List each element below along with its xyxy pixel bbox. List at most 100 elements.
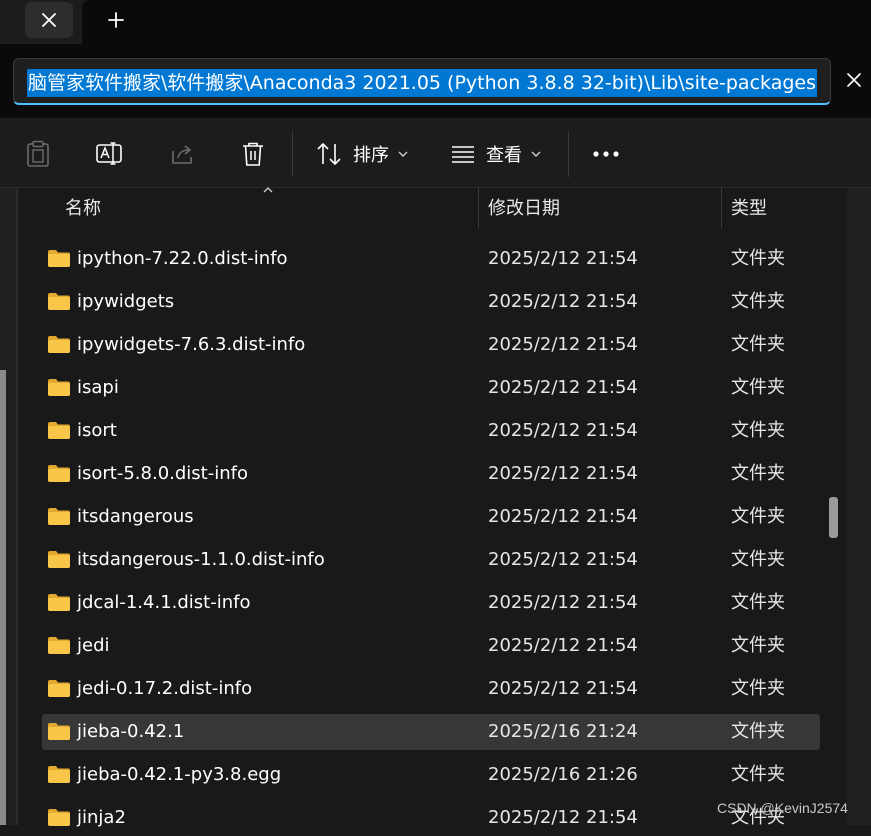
file-row[interactable]: jedi-0.17.2.dist-info 2025/2/12 21:54 文件夹 (42, 671, 820, 707)
close-tab-button[interactable] (25, 2, 73, 38)
column-resize-handle[interactable] (721, 188, 722, 228)
file-name: jdcal-1.4.1.dist-info (77, 592, 251, 613)
file-type: 文件夹 (731, 291, 785, 312)
folder-icon (48, 723, 70, 740)
folder-icon (48, 637, 70, 654)
file-modified-date: 2025/2/12 21:54 (488, 334, 638, 355)
file-row[interactable]: itsdangerous 2025/2/12 21:54 文件夹 (42, 499, 820, 535)
file-row[interactable]: jedi 2025/2/12 21:54 文件夹 (42, 628, 820, 664)
rename-icon (96, 142, 122, 165)
file-name: jieba-0.42.1 (77, 721, 185, 742)
file-row[interactable]: jdcal-1.4.1.dist-info 2025/2/12 21:54 文件夹 (42, 585, 820, 621)
file-name: isapi (77, 377, 119, 398)
delete-button[interactable] (235, 136, 271, 172)
active-tab[interactable] (82, 0, 871, 44)
clear-address-button[interactable] (838, 64, 870, 96)
file-modified-date: 2025/2/12 21:54 (488, 807, 638, 828)
file-type: 文件夹 (731, 463, 785, 484)
file-modified-date: 2025/2/12 21:54 (488, 506, 638, 527)
right-pane-edge (847, 188, 871, 825)
column-resize-handle[interactable] (478, 188, 479, 228)
file-row[interactable]: jinja2 2025/2/12 21:54 文件夹 (42, 800, 820, 836)
file-name: jedi-0.17.2.dist-info (77, 678, 253, 699)
file-name: itsdangerous-1.1.0.dist-info (77, 549, 325, 570)
command-bar (0, 118, 871, 188)
new-tab-button[interactable] (100, 4, 132, 36)
file-modified-date: 2025/2/12 21:54 (488, 463, 638, 484)
folder-icon (48, 508, 70, 525)
file-type: 文件夹 (731, 334, 785, 355)
file-type: 文件夹 (731, 635, 785, 656)
file-modified-date: 2025/2/12 21:54 (488, 678, 638, 699)
file-type: 文件夹 (731, 549, 785, 570)
file-name: isort (77, 420, 117, 441)
paste-button[interactable] (20, 136, 56, 172)
folder-icon (48, 465, 70, 482)
file-modified-date: 2025/2/12 21:54 (488, 549, 638, 570)
file-row[interactable]: ipywidgets-7.6.3.dist-info 2025/2/12 21:5… (42, 327, 820, 363)
file-type: 文件夹 (731, 506, 785, 527)
column-header-type[interactable]: 类型 (731, 196, 767, 222)
folder-icon (48, 293, 70, 310)
clipboard-icon (27, 140, 49, 167)
watermark-text: CSDN @KevinJ2574 (717, 800, 848, 816)
command-separator (568, 131, 569, 177)
sort-button[interactable]: 排序 (315, 136, 409, 172)
pane-divider[interactable] (16, 188, 18, 825)
address-path-text[interactable]: 脑管家软件搬家\软件搬家\Anaconda3 2021.05 (Python 3… (27, 69, 817, 97)
file-modified-date: 2025/2/12 21:54 (488, 420, 638, 441)
view-button[interactable]: 查看 (450, 136, 542, 172)
file-row[interactable]: ipywidgets 2025/2/12 21:54 文件夹 (42, 284, 820, 320)
column-header-date[interactable]: 修改日期 (488, 196, 560, 222)
trash-icon (243, 142, 263, 166)
file-modified-date: 2025/2/16 21:24 (488, 721, 638, 742)
file-row[interactable]: isort-5.8.0.dist-info 2025/2/12 21:54 文件夹 (42, 456, 820, 492)
file-modified-date: 2025/2/12 21:54 (488, 377, 638, 398)
share-icon (172, 145, 192, 164)
file-row[interactable]: jieba-0.42.1 2025/2/16 21:24 文件夹 (42, 714, 820, 750)
folder-icon (48, 336, 70, 353)
file-name: jinja2 (77, 807, 126, 828)
folder-icon (48, 250, 70, 267)
folder-icon (48, 766, 70, 783)
file-type: 文件夹 (731, 592, 785, 613)
file-modified-date: 2025/2/12 21:54 (488, 291, 638, 312)
folder-icon (48, 422, 70, 439)
file-modified-date: 2025/2/16 21:26 (488, 764, 638, 785)
chevron-down-icon (531, 151, 541, 157)
file-type: 文件夹 (731, 678, 785, 699)
sort-label: 排序 (353, 145, 389, 166)
file-type: 文件夹 (731, 721, 785, 742)
file-name: jieba-0.42.1-py3.8.egg (77, 764, 282, 785)
folder-icon (48, 551, 70, 568)
view-label: 查看 (486, 145, 522, 166)
file-type: 文件夹 (731, 377, 785, 398)
folder-icon (48, 379, 70, 396)
file-row[interactable]: isort 2025/2/12 21:54 文件夹 (42, 413, 820, 449)
file-name: jedi (77, 635, 110, 656)
file-row[interactable]: ipython-7.22.0.dist-info 2025/2/12 21:54 文… (42, 241, 820, 277)
file-type: 文件夹 (731, 248, 785, 269)
column-header-name[interactable]: 名称 (65, 196, 101, 222)
file-name: itsdangerous (77, 506, 194, 527)
folder-icon (48, 680, 70, 697)
share-button[interactable] (164, 136, 200, 172)
file-row[interactable]: itsdangerous-1.1.0.dist-info 2025/2/12 21… (42, 542, 820, 578)
view-list-icon (452, 146, 474, 163)
file-type: 文件夹 (731, 764, 785, 785)
file-row[interactable]: isapi 2025/2/12 21:54 文件夹 (42, 370, 820, 406)
file-type: 文件夹 (731, 420, 785, 441)
more-options-button[interactable] (588, 136, 624, 172)
navigation-scrollbar[interactable] (0, 370, 6, 825)
rename-button[interactable] (91, 136, 127, 172)
vertical-scrollbar-thumb[interactable] (829, 497, 838, 538)
file-name: isort-5.8.0.dist-info (77, 463, 248, 484)
file-row[interactable]: jieba-0.42.1-py3.8.egg 2025/2/16 21:26 文件夹 (42, 757, 820, 793)
column-header-row (18, 188, 848, 230)
sort-icon (317, 143, 341, 165)
folder-icon (48, 809, 70, 826)
file-modified-date: 2025/2/12 21:54 (488, 248, 638, 269)
file-name: ipython-7.22.0.dist-info (77, 248, 288, 269)
more-icon (593, 151, 619, 157)
plus-icon (108, 12, 124, 28)
